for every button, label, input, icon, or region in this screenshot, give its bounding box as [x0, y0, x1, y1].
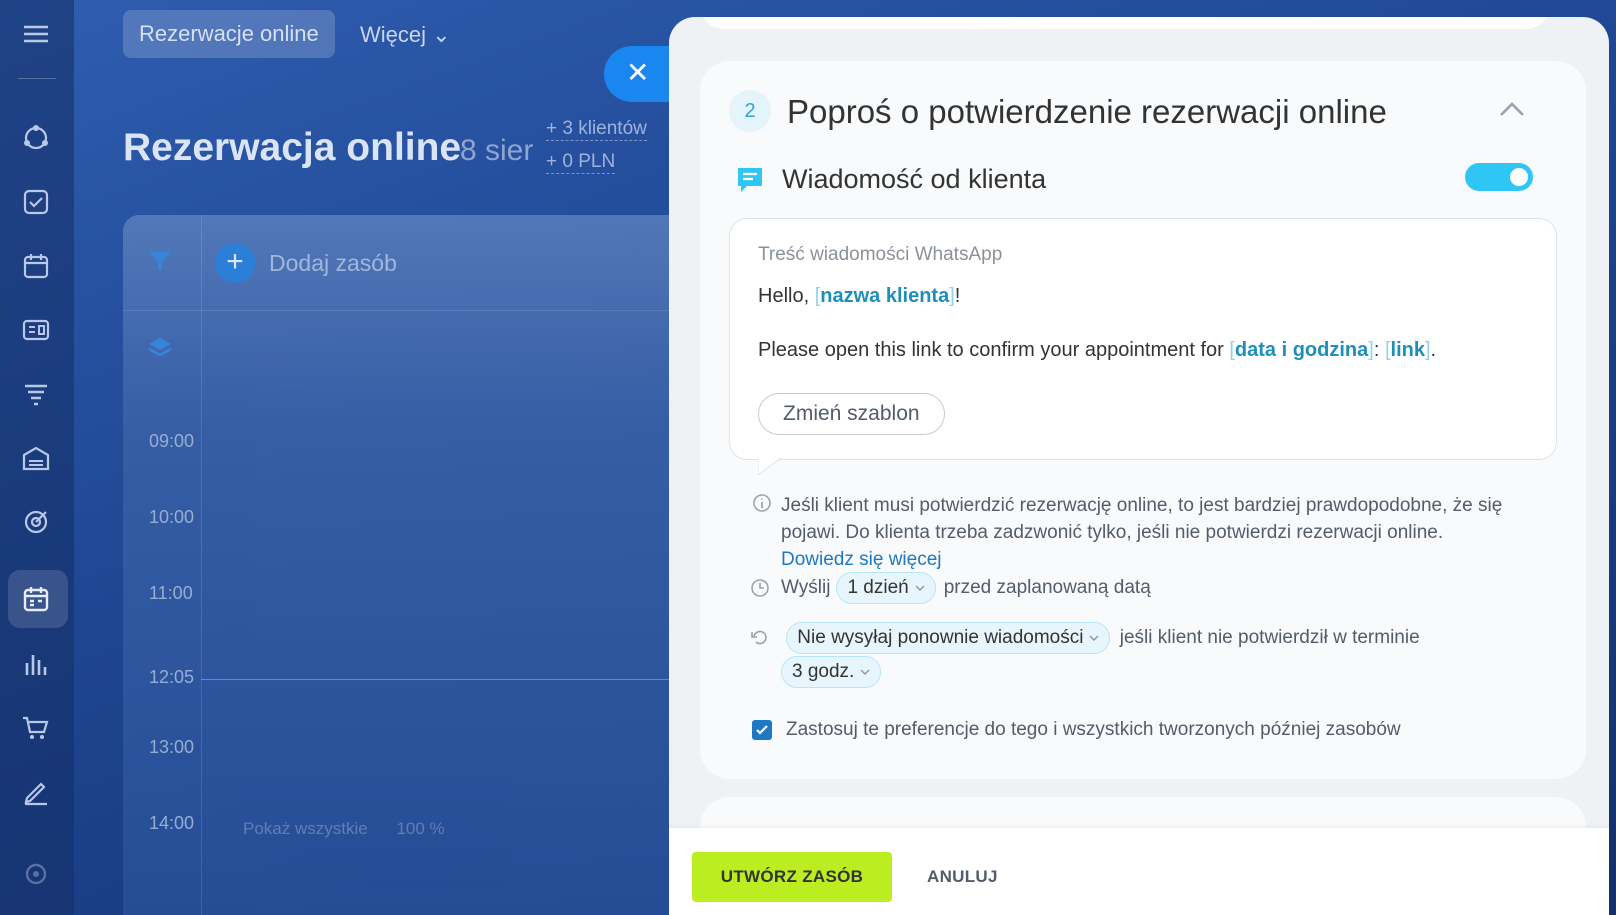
- settings-gear-icon[interactable]: [20, 858, 52, 890]
- sync-circle-icon[interactable]: [20, 122, 52, 154]
- info-description: Jeśli klient musi potwierdzić rezerwację…: [781, 495, 1503, 543]
- schedule-footer: Pokaż wszystkie 100 %: [243, 819, 445, 839]
- create-resource-button[interactable]: UTWÓRZ ZASÓB: [692, 852, 892, 902]
- bubble-tail: [758, 457, 785, 475]
- page-date: 8 sier: [460, 134, 534, 167]
- info-text: Jeśli klient musi potwierdzić rezerwację…: [781, 492, 1521, 573]
- funnel-stack-icon[interactable]: [20, 378, 52, 410]
- resend-value: Nie wysyłaj ponownie wiadomości: [797, 627, 1084, 648]
- apply-preferences-row: Zastosuj te preferencje do tego i wszyst…: [752, 719, 1401, 741]
- change-template-button[interactable]: Zmień szablon: [758, 393, 945, 435]
- plus-icon: +: [215, 243, 255, 283]
- more-menu-label: Więcej: [360, 22, 427, 47]
- cancel-button[interactable]: ANULUJ: [915, 852, 1010, 902]
- zoom-level[interactable]: 100 %: [396, 819, 444, 838]
- message-line-greeting: Hello, [nazwa klienta]!: [758, 285, 960, 308]
- message-label: Treść wiadomości WhatsApp: [758, 244, 1003, 265]
- schedule-grid: + Dodaj zasób 09:00 10:00 11:00 12:05 13…: [123, 215, 683, 915]
- resend-period-select[interactable]: 3 godz.: [781, 656, 882, 688]
- message-toggle[interactable]: [1465, 163, 1533, 191]
- confirmation-step-card: 2 Poproś o potwierdzenie rezerwacji onli…: [700, 61, 1586, 779]
- time-label: 13:00: [149, 737, 195, 757]
- left-navigation: [0, 0, 74, 915]
- clients-stat[interactable]: + 3 klientów: [546, 118, 647, 141]
- send-days-value: 1 dzień: [847, 577, 909, 598]
- time-label: 12:05: [149, 667, 195, 687]
- filter-icon[interactable]: [147, 249, 173, 280]
- time-label: 14:00: [149, 813, 195, 833]
- resend-row: Nie wysyłaj ponownie wiadomości jeśli kl…: [750, 622, 1530, 688]
- edit-pen-icon[interactable]: [20, 776, 52, 808]
- cart-icon[interactable]: [20, 712, 52, 744]
- info-icon: [752, 493, 772, 518]
- resend-select[interactable]: Nie wysyłaj ponownie wiadomości: [786, 622, 1111, 654]
- chevron-down-icon: ⌄: [432, 22, 451, 47]
- learn-more-link[interactable]: Dowiedz się więcej: [781, 549, 942, 570]
- message-text: !: [954, 285, 961, 307]
- page-title: Rezerwacja online: [123, 126, 462, 169]
- calendar-icon[interactable]: [20, 250, 52, 282]
- message-text: .: [1430, 339, 1437, 361]
- chevron-down-icon: [860, 669, 870, 675]
- schedule-header: [123, 215, 683, 311]
- hamburger-menu-icon[interactable]: [20, 18, 52, 50]
- add-resource-label: Dodaj zasób: [269, 249, 397, 276]
- contact-card-icon[interactable]: [20, 314, 52, 346]
- time-column-divider: [201, 215, 202, 915]
- resend-period-value: 3 godz.: [792, 661, 855, 682]
- step-title: Poproś o potwierdzenie rezerwacji online: [787, 93, 1387, 130]
- apply-preferences-label[interactable]: Zastosuj te preferencje do tego i wszyst…: [786, 719, 1401, 741]
- nav-divider: [18, 78, 56, 79]
- resend-middle-text: jeśli klient nie potwierdził w terminie: [1119, 627, 1420, 649]
- message-bubble: Treść wiadomości WhatsApp Hello, [nazwa …: [729, 218, 1557, 475]
- add-resource-button[interactable]: + Dodaj zasób: [215, 243, 397, 283]
- layers-icon[interactable]: [147, 335, 173, 366]
- message-line-body: Please open this link to confirm your ap…: [758, 339, 1436, 362]
- close-icon: ✕: [626, 57, 650, 88]
- slider-panel: 2 Poproś o potwierdzenie rezerwacji onli…: [669, 17, 1609, 915]
- time-label: 11:00: [149, 583, 193, 603]
- apply-preferences-checkbox[interactable]: [752, 720, 772, 740]
- message-text: Hello,: [758, 285, 815, 307]
- send-prefix: Wyślij: [781, 577, 831, 598]
- resend-period-wrap: 3 godz.: [781, 656, 1530, 688]
- send-suffix: przed zaplanowaną datą: [943, 577, 1151, 598]
- bar-chart-icon[interactable]: [20, 648, 52, 680]
- clock-icon: [750, 578, 770, 598]
- chevron-down-icon: [1089, 635, 1099, 641]
- undo-icon: [750, 628, 770, 648]
- message-text: :: [1373, 339, 1385, 361]
- warehouse-icon[interactable]: [20, 442, 52, 474]
- time-label: 09:00: [149, 431, 195, 451]
- current-time-line: [201, 679, 683, 680]
- checkmark-icon: [756, 725, 768, 735]
- variable-client-name[interactable]: nazwa klienta: [820, 285, 949, 307]
- previous-card-edge: [700, 17, 1550, 29]
- more-menu[interactable]: Więcej ⌄: [360, 22, 451, 48]
- message-text: Please open this link to confirm your ap…: [758, 339, 1230, 361]
- time-label: 10:00: [149, 507, 195, 527]
- step-number-badge: 2: [729, 90, 771, 132]
- chevron-up-icon[interactable]: [1498, 99, 1526, 119]
- target-icon[interactable]: [20, 506, 52, 538]
- send-timing-row: Wyślij 1 dzień przed zaplanowaną datą: [750, 572, 1151, 604]
- variable-link[interactable]: link: [1391, 339, 1425, 361]
- panel-footer: UTWÓRZ ZASÓB ANULUJ: [669, 828, 1609, 915]
- task-checkbox-icon[interactable]: [20, 186, 52, 218]
- tab-online-booking[interactable]: Rezerwacje online: [123, 10, 335, 58]
- revenue-stat[interactable]: + 0 PLN: [546, 151, 616, 174]
- send-days-select[interactable]: 1 dzień: [836, 572, 936, 604]
- message-section-title: Wiadomość od klienta: [782, 164, 1047, 194]
- variable-date-time[interactable]: data i godzina: [1235, 339, 1368, 361]
- toggle-knob: [1510, 168, 1528, 186]
- chat-message-icon: [735, 165, 765, 200]
- booking-calendar-icon[interactable]: [20, 583, 52, 615]
- chevron-down-icon: [915, 585, 925, 591]
- show-all-link[interactable]: Pokaż wszystkie: [243, 819, 368, 838]
- close-slider-button[interactable]: ✕: [604, 46, 670, 102]
